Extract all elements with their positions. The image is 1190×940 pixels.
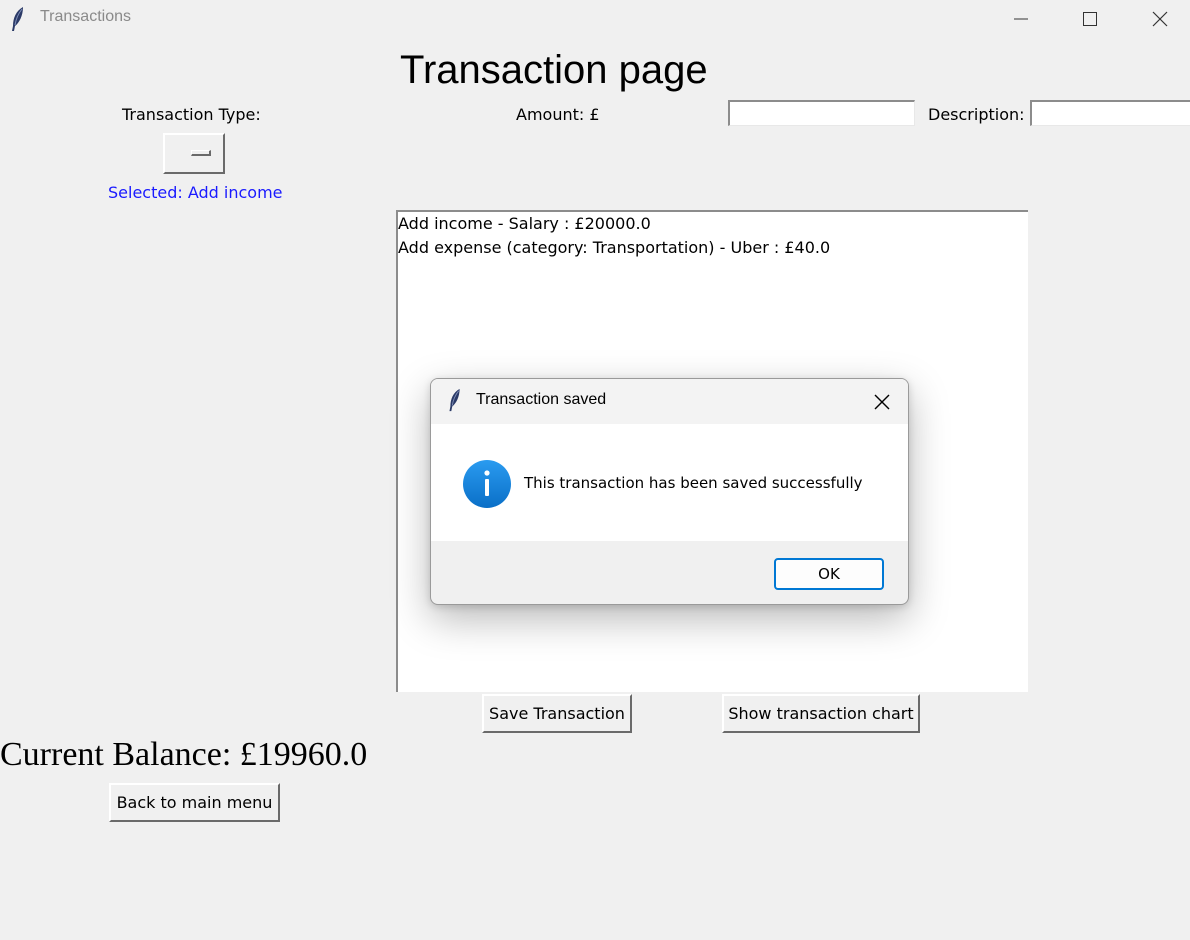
dialog-body: This transaction has been saved successf… <box>431 424 908 541</box>
list-item[interactable]: Add expense (category: Transportation) -… <box>398 238 830 257</box>
amount-label: Amount: £ <box>516 105 600 124</box>
save-transaction-button[interactable]: Save Transaction <box>482 694 632 733</box>
transaction-saved-dialog: Transaction saved This transaction has b… <box>430 378 909 605</box>
minimize-icon <box>1014 18 1028 20</box>
show-chart-button[interactable]: Show transaction chart <box>722 694 920 733</box>
dialog-title: Transaction saved <box>476 391 607 408</box>
maximize-icon <box>1083 12 1097 26</box>
dialog-close-button[interactable] <box>866 386 898 418</box>
minimize-button[interactable] <box>986 0 1056 38</box>
description-input[interactable] <box>1030 100 1190 126</box>
amount-input[interactable] <box>728 100 915 126</box>
window-title: Transactions <box>40 8 131 25</box>
feather-icon <box>447 388 463 416</box>
feather-icon <box>10 6 26 32</box>
close-button[interactable] <box>1125 0 1190 38</box>
list-item[interactable]: Add income - Salary : £20000.0 <box>398 214 651 233</box>
dialog-title-bar[interactable]: Transaction saved <box>431 379 908 424</box>
back-to-menu-button[interactable]: Back to main menu <box>109 783 280 822</box>
transaction-type-menu[interactable] <box>163 133 225 174</box>
info-icon <box>462 459 512 509</box>
close-icon <box>874 394 890 410</box>
dialog-message: This transaction has been saved successf… <box>524 474 863 492</box>
transactions-window: Transactions Transaction page Transactio… <box>0 0 1190 940</box>
transaction-type-label: Transaction Type: <box>122 105 261 124</box>
selected-type-label: Selected: Add income <box>108 183 283 202</box>
title-bar[interactable]: Transactions <box>0 0 1190 38</box>
page-title: Transaction page <box>400 48 708 92</box>
maximize-button[interactable] <box>1055 0 1125 38</box>
current-balance: Current Balance: £19960.0 <box>0 736 368 773</box>
ok-button[interactable]: OK <box>774 558 884 590</box>
close-icon <box>1152 11 1168 27</box>
description-label: Description: <box>928 105 1025 124</box>
option-menu-indicator-icon <box>191 150 211 156</box>
